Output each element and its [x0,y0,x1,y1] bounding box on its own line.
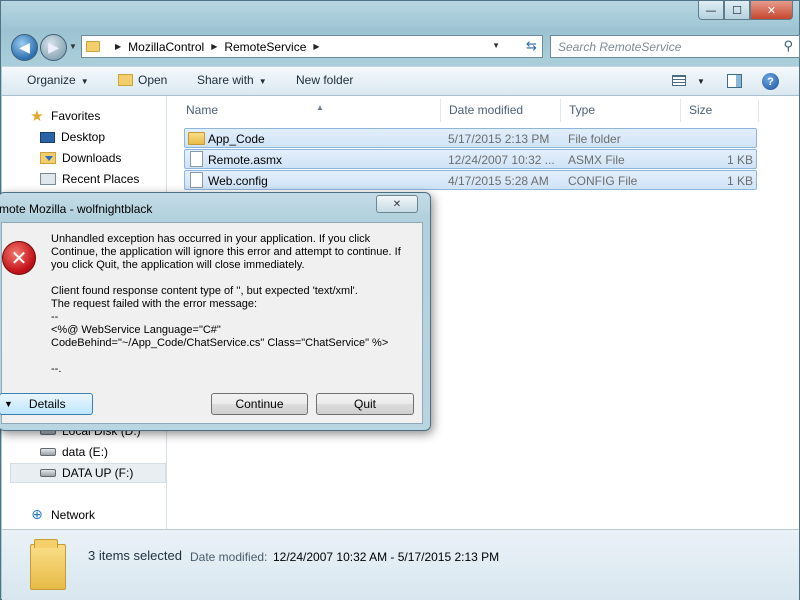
folder-icon [86,41,100,52]
dialog-body: ✕ Unhandled exception has occurred in yo… [0,222,423,424]
search-input[interactable]: Search RemoteService ⚲ [550,35,800,58]
column-header-name[interactable]: Name ▲ [178,99,441,122]
minimize-button[interactable]: — [698,1,724,20]
table-row[interactable]: Web.config 4/17/2015 5:28 AM CONFIG File… [184,170,757,190]
search-icon[interactable]: ⚲ [783,39,793,54]
chevron-right-icon[interactable]: ▶ [313,42,319,51]
view-dropdown-icon[interactable]: ▼ [697,77,705,86]
sidebar-item-data-e[interactable]: data (E:) [40,445,108,459]
file-type: File folder [568,132,621,146]
maximize-button[interactable]: ☐ [724,1,750,20]
sidebar-item-network[interactable]: ⊕ Network [29,508,95,522]
file-date: 4/17/2015 5:28 AM [448,174,549,188]
sidebar-item-desktop[interactable]: Desktop [40,130,105,144]
breadcrumb-remoteservice[interactable]: RemoteService [224,40,306,54]
chevron-right-icon[interactable]: ▶ [115,42,121,51]
network-icon: ⊕ [31,507,43,523]
continue-button[interactable]: Continue [211,393,308,415]
file-type: CONFIG File [568,174,638,188]
date-modified-value: 12/24/2007 10:32 AM - 5/17/2015 2:13 PM [273,550,500,564]
help-icon[interactable]: ? [762,73,779,90]
file-name: App_Code [208,132,265,146]
file-icon [190,151,203,167]
sidebar-item-data-up-f[interactable]: DATA UP (F:) [40,466,133,480]
downloads-icon [40,152,56,164]
disk-drive-icon [40,469,56,477]
close-button[interactable]: ✕ [750,1,793,20]
sidebar-item-recent-places[interactable]: Recent Places [40,172,139,186]
caption-buttons: — ☐ ✕ [698,1,793,21]
back-button[interactable]: ◀ [11,34,38,61]
column-header-type[interactable]: Type [561,99,681,122]
preview-pane-icon[interactable] [727,74,742,88]
open-button[interactable]: Open [118,73,167,87]
file-date: 5/17/2015 2:13 PM [448,132,550,146]
organize-menu[interactable]: Organize ▼ [27,73,89,87]
folder-icon [188,132,205,145]
file-icon [190,172,203,188]
table-row[interactable]: App_Code 5/17/2015 2:13 PM File folder [184,128,757,148]
file-size: 1 KB [726,153,753,167]
star-icon: ★ [30,107,44,125]
recent-places-icon [40,173,56,185]
file-name: Remote.asmx [208,153,283,167]
sidebar-item-favorites[interactable]: ★ Favorites [29,107,100,125]
chevron-right-icon[interactable]: ▶ [211,42,217,51]
forward-button[interactable]: ▶ [40,34,67,61]
disk-drive-icon [40,448,56,456]
share-with-menu[interactable]: Share with ▼ [197,73,267,87]
date-modified-label: Date modified: [190,550,268,564]
view-details-icon[interactable] [672,75,686,86]
table-row[interactable]: Remote.asmx 12/24/2007 10:32 ... ASMX Fi… [184,149,757,169]
new-folder-button[interactable]: New folder [296,73,353,87]
refresh-button[interactable]: ⇆ [521,35,543,58]
error-message: Unhandled exception has occurred in your… [51,233,401,375]
open-folder-icon [118,74,133,86]
dialog-title: mote Mozilla - wolfnightblack [0,202,153,216]
breadcrumb-mozillacontrol[interactable]: MozillaControl [128,40,204,54]
file-type: ASMX File [568,153,625,167]
file-name: Web.config [208,174,268,188]
dialog-close-button[interactable]: ✕ [376,195,418,213]
address-dropdown-icon[interactable]: ▼ [492,41,500,50]
details-pane: 3 items selected Date modified: 12/24/20… [2,529,799,600]
desktop-icon [40,131,55,143]
recent-pages-dropdown-icon[interactable]: ▼ [69,42,77,51]
search-placeholder: Search RemoteService [558,39,682,54]
error-icon: ✕ [2,241,36,275]
chevron-down-icon: ▼ [4,399,13,409]
quit-button[interactable]: Quit [316,393,414,415]
file-size: 1 KB [726,174,753,188]
address-bar[interactable]: ▶ MozillaControl ▶ RemoteService ▶ ▼ [81,35,525,58]
sidebar-item-downloads[interactable]: Downloads [40,151,121,165]
column-header-date-modified[interactable]: Date modified [441,99,561,122]
sort-ascending-icon: ▲ [316,103,324,112]
column-header-size[interactable]: Size [681,99,759,122]
navigation-bar: ◀ ▶ ▼ ▶ MozillaControl ▶ RemoteService ▶… [9,33,800,61]
selection-count: 3 items selected [88,548,182,563]
details-button[interactable]: ▼ Details [0,393,93,415]
command-bar: Organize ▼ Open Share with ▼ New folder ▼ … [2,66,799,96]
folder-icon [30,539,66,590]
error-dialog: mote Mozilla - wolfnightblack ✕ ✕ Unhand… [0,192,431,431]
file-date: 12/24/2007 10:32 ... [448,153,555,167]
